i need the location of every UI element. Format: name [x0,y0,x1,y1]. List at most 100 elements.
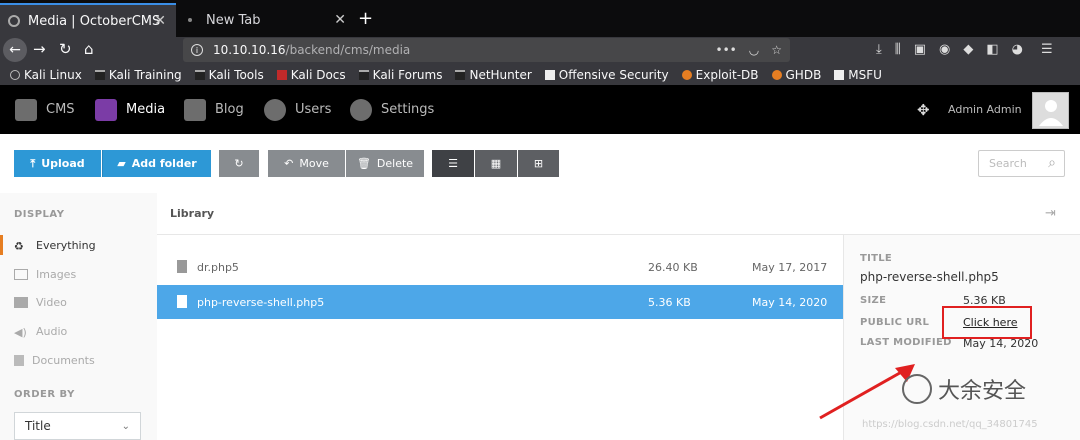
file-size: 5.36 KB [648,295,691,309]
pocket-icon[interactable]: ◡ [749,43,759,57]
tab-media[interactable]: Media | OctoberCMS ✕ [0,3,176,37]
back-button[interactable]: ← [3,38,27,62]
refresh-icon: ↻ [234,157,244,170]
size-label: SIZE [860,295,887,306]
upload-button[interactable]: ⤒ Upload [14,150,101,177]
filter-documents[interactable]: Documents [14,354,95,367]
order-by-value: Title [25,419,51,433]
last-modified-label: LAST MODIFIED [860,337,952,348]
bookmarks-bar: Kali Linux Kali Training Kali Tools Kali… [0,64,1080,85]
cms-icon [15,98,37,121]
filter-audio[interactable]: ◀) Audio [14,325,67,339]
filter-images[interactable]: Images [14,268,76,281]
watermark: 大余安全 [902,373,1026,405]
list-icon: ☰ [448,157,458,170]
bookmark-kali-docs[interactable]: Kali Docs [276,68,346,82]
admin-name[interactable]: Admin Admin [948,103,1022,116]
more-actions-icon[interactable]: ••• [716,43,737,57]
search-input[interactable]: Search ⌕ [978,150,1065,177]
search-placeholder: Search [989,157,1027,170]
new-tab-button[interactable]: + [358,8,373,29]
kali-docs-icon [276,69,287,80]
bookmark-kali-tools[interactable]: Kali Tools [194,68,264,82]
url-bar[interactable]: i 10.10.10.16/backend/cms/media ••• ◡ ☆ [183,38,790,62]
tab-new[interactable]: New Tab ✕ [180,3,356,37]
bookmark-kali-forums[interactable]: Kali Forums [358,68,442,82]
move-button[interactable]: ↶ Move [268,150,345,177]
image-icon [14,269,28,280]
close-panel-icon[interactable]: ⇥ [1045,206,1056,221]
nav-blog[interactable]: Blog [184,85,244,134]
home-button[interactable]: ⌂ [84,40,94,58]
bookmark-ghdb[interactable]: GHDB [771,68,821,82]
file-icon [177,295,187,308]
ghdb-icon [771,69,782,80]
refresh-button[interactable]: ↻ [219,150,259,177]
menu-icon[interactable]: ☰ [1041,42,1053,57]
grid-small-icon: ▦ [490,157,502,170]
bookmark-kali-linux[interactable]: Kali Linux [10,68,82,82]
foxyproxy-icon[interactable]: ◆ [963,42,973,57]
grid-large-view-button[interactable]: ⊞ [518,150,559,177]
filter-sidebar [0,193,157,440]
sidebar-icon[interactable]: ▣ [914,42,926,57]
delete-button[interactable]: 🗑 Delete [346,150,424,177]
file-date: May 17, 2017 [752,260,828,274]
file-row-selected[interactable]: php-reverse-shell.php5 5.36 KB May 14, 2… [157,285,843,319]
close-tab-icon[interactable]: ✕ [154,13,166,29]
recycle-icon: ♻ [14,240,24,253]
forward-button[interactable]: → [33,40,46,58]
watermark-text: 大余安全 [938,379,1027,404]
avatar[interactable] [1032,92,1069,129]
tab-title: New Tab [206,12,261,28]
nav-settings[interactable]: Settings [350,85,434,134]
filter-everything[interactable]: ♻ Everything [0,235,96,255]
kali-icon [358,69,369,80]
close-tab-icon[interactable]: ✕ [334,12,346,28]
public-url-label: PUBLIC URL [860,317,930,328]
nethunter-icon [455,69,466,80]
highlight-box [942,306,1032,339]
nav-cms[interactable]: CMS [15,85,75,134]
kali-icon [94,69,105,80]
url-host: 10.10.10.16 [213,43,286,57]
file-row[interactable]: dr.php5 26.40 KB May 17, 2017 [157,250,843,284]
download-icon[interactable]: ⤓ [876,42,882,57]
chevron-down-icon: ⌄ [121,420,130,432]
bookmark-exploit-db[interactable]: Exploit-DB [681,68,759,82]
info-icon[interactable]: i [191,44,203,56]
nav-users[interactable]: Users [264,85,331,134]
settings-gear-icon [350,98,372,121]
account-icon[interactable]: ◉ [939,42,950,57]
bookmark-kali-training[interactable]: Kali Training [94,68,182,82]
file-name: dr.php5 [197,260,239,274]
bookmark-offensive-security[interactable]: Offensive Security [544,68,669,82]
kali-icon [194,69,205,80]
bookmark-nethunter[interactable]: NetHunter [455,68,532,82]
preview-crosshair-icon[interactable]: ✥ [917,101,930,119]
file-name: php-reverse-shell.php5 [197,295,325,309]
nav-media[interactable]: Media [95,85,165,134]
upload-icon: ⤒ [30,156,36,170]
bookmark-msfu[interactable]: MSFU [834,68,882,82]
folder-icon: ▰ [117,157,126,170]
file-size: 26.40 KB [648,260,698,274]
blog-icon [184,98,206,121]
reload-button[interactable]: ↻ [59,40,72,58]
grid-large-icon: ⊞ [533,157,544,170]
search-icon: ⌕ [1048,155,1056,171]
add-folder-button[interactable]: ▰ Add folder [102,150,211,177]
bookmark-star-icon[interactable]: ☆ [771,43,782,57]
media-icon [95,98,117,121]
user-silhouette-icon [1038,99,1063,126]
library-icon[interactable]: ⫼ [895,42,901,57]
title-value: php-reverse-shell.php5 [860,270,999,284]
file-date: May 14, 2020 [752,295,828,309]
extension-icon[interactable]: ◧ [986,42,998,57]
filter-video[interactable]: Video [14,296,67,309]
cookie-icon[interactable]: ◕ [1012,42,1023,57]
list-view-button[interactable]: ☰ [432,150,474,177]
grid-small-view-button[interactable]: ▦ [475,150,517,177]
order-by-select[interactable]: Title ⌄ [14,412,141,440]
users-icon [264,98,286,121]
